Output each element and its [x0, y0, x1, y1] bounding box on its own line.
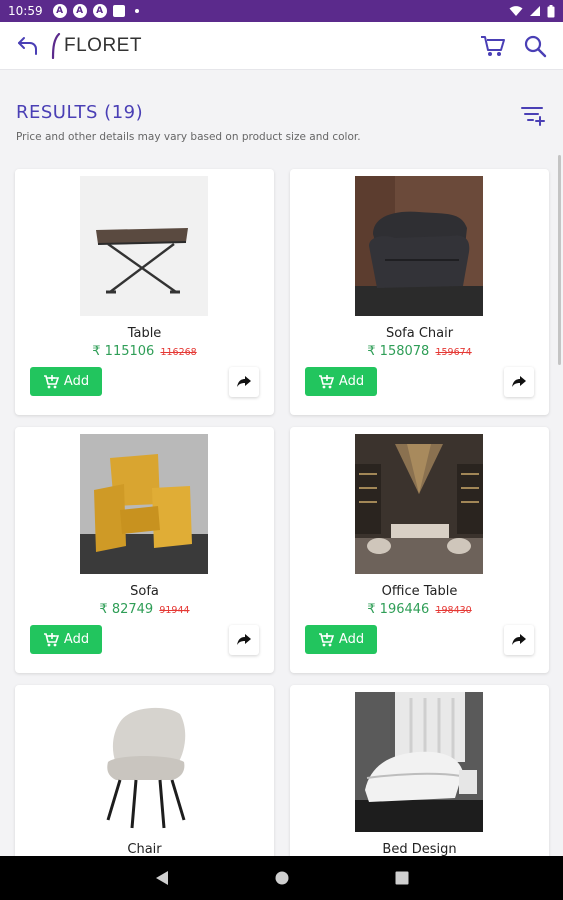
cart-add-icon: [318, 374, 334, 388]
product-price: ₹ 196446 198430: [290, 602, 549, 617]
product-image[interactable]: [80, 692, 208, 832]
back-button[interactable]: [14, 32, 42, 60]
product-name: Chair: [127, 842, 162, 857]
notification-icon: A: [72, 4, 87, 18]
share-button[interactable]: [229, 367, 259, 397]
add-label: Add: [63, 374, 90, 389]
filter-add-icon: [521, 107, 545, 126]
product-price: ₹ 158078 159674: [290, 344, 549, 359]
nav-back-icon: [155, 871, 168, 885]
original-price: 91944: [159, 605, 190, 616]
share-button[interactable]: [504, 625, 534, 655]
cart-add-icon: [318, 632, 334, 646]
signal-icon: [530, 6, 540, 16]
product-grid: Table ₹ 115106 116268 Add Sofa Chair ₹ 1…: [15, 169, 549, 900]
search-icon: [524, 35, 547, 57]
nav-recents-button[interactable]: [392, 868, 412, 888]
wifi-icon: [509, 6, 523, 16]
cart-icon: [481, 35, 505, 56]
product-name: Office Table: [381, 584, 458, 599]
product-image[interactable]: [355, 434, 483, 574]
more-notifications-icon: [134, 9, 139, 13]
app-bar: FLORET: [0, 22, 563, 70]
add-to-cart-button[interactable]: Add: [305, 367, 377, 396]
share-button[interactable]: [229, 625, 259, 655]
product-card[interactable]: Sofa ₹ 82749 91944 Add: [15, 427, 274, 673]
results-subtitle: Price and other details may vary based o…: [16, 131, 361, 143]
results-title: RESULTS (19): [16, 102, 144, 123]
product-name: Bed Design: [382, 842, 457, 857]
price-value: ₹ 196446: [367, 602, 430, 617]
results-header: RESULTS (19) Price and other details may…: [16, 102, 548, 143]
add-to-cart-button[interactable]: Add: [30, 625, 102, 654]
feather-logo-icon: [51, 32, 61, 59]
product-price: ₹ 82749 91944: [15, 602, 274, 617]
product-card[interactable]: Sofa Chair ₹ 158078 159674 Add: [290, 169, 549, 415]
share-arrow-icon: [512, 634, 526, 645]
add-to-cart-button[interactable]: Add: [305, 625, 377, 654]
nav-home-icon: [275, 871, 288, 885]
cart-button[interactable]: [479, 32, 507, 60]
nav-recents-icon: [395, 871, 408, 885]
product-name: Sofa: [130, 584, 159, 599]
cart-add-icon: [43, 632, 59, 646]
back-arrow-icon: [18, 36, 37, 55]
nav-back-button[interactable]: [152, 868, 172, 888]
product-price: ₹ 115106 116268: [15, 344, 274, 359]
product-image[interactable]: [355, 176, 483, 316]
system-nav-bar: [0, 856, 563, 900]
scrollbar[interactable]: [558, 155, 561, 365]
share-arrow-icon: [237, 376, 251, 387]
share-arrow-icon: [512, 376, 526, 387]
cart-add-icon: [43, 374, 59, 388]
price-value: ₹ 158078: [367, 344, 430, 359]
add-label: Add: [63, 632, 90, 647]
price-value: ₹ 82749: [99, 602, 154, 617]
product-image[interactable]: [80, 434, 208, 574]
share-button[interactable]: [504, 367, 534, 397]
nav-home-button[interactable]: [272, 868, 292, 888]
logo-text: FLORET: [64, 34, 142, 56]
notification-square-icon: [112, 5, 125, 17]
battery-icon: [547, 4, 555, 17]
product-name: Table: [127, 326, 162, 341]
notification-icon: A: [52, 4, 67, 18]
notification-icon: A: [92, 4, 107, 18]
price-value: ₹ 115106: [92, 344, 155, 359]
product-card[interactable]: Table ₹ 115106 116268 Add: [15, 169, 274, 415]
product-image[interactable]: [355, 692, 483, 832]
product-name: Sofa Chair: [385, 326, 454, 341]
original-price: 159674: [435, 347, 472, 358]
original-price: 116268: [160, 347, 197, 358]
status-bar: 10:59 A A A: [0, 0, 563, 22]
logo: FLORET: [50, 32, 142, 59]
search-button[interactable]: [521, 32, 549, 60]
product-card[interactable]: Office Table ₹ 196446 198430 Add: [290, 427, 549, 673]
add-label: Add: [338, 374, 365, 389]
filter-button[interactable]: [518, 102, 548, 130]
add-to-cart-button[interactable]: Add: [30, 367, 102, 396]
original-price: 198430: [435, 605, 472, 616]
add-label: Add: [338, 632, 365, 647]
product-image[interactable]: [80, 176, 208, 316]
share-arrow-icon: [237, 634, 251, 645]
status-time: 10:59: [8, 4, 43, 18]
